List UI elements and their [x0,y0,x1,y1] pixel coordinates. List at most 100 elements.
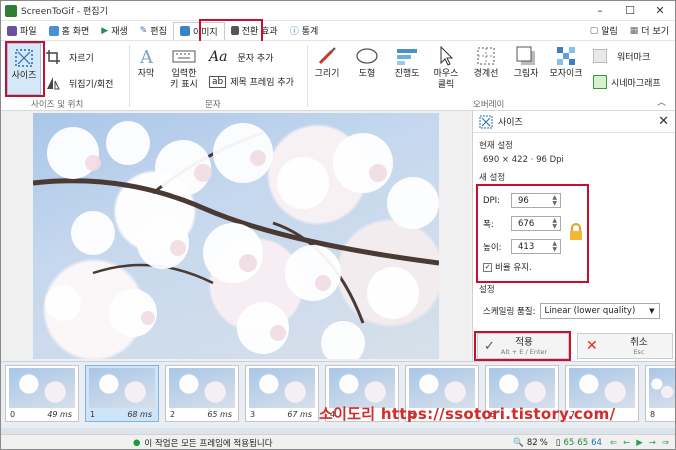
next-frame-icon[interactable]: → [649,438,656,448]
cancel-icon: ✕ [586,338,598,354]
frame-thumb-image [89,368,155,408]
frame-preview-image [33,113,439,359]
ribbon: 사이즈 자르기 뒤집기/회전 사이즈 및 위치 A 자막 입력한 키 표시 Aa… [1,41,675,111]
current-size-info: 690 × 422 · 96 Dpi [483,155,564,165]
editor-canvas [1,111,471,361]
panel-header: 사이즈 ✕ [473,111,675,133]
frame-count-current: 64 [591,437,602,448]
first-frame-icon[interactable]: ⇐ [610,438,617,448]
tab-transitions[interactable]: 전환 효과 [225,22,284,40]
keep-ratio-row[interactable]: ✓ 비율 유지. [483,261,532,273]
tab-playback[interactable]: ▶ 재생 [95,22,133,40]
frame-thumbnail[interactable]: 3 67 ms [245,365,319,422]
status-bar: ● 이 작업은 모든 프레임에 적용됩니다 🔍 82 % ▯ 65 65 64 … [1,434,675,449]
last-frame-icon[interactable]: ⇒ [662,438,669,448]
resize-panel: 사이즈 ✕ 현재 설정 690 × 422 · 96 Dpi 새 설정 DPI:… [472,111,675,361]
tab-statistics[interactable]: ⓘ 통계 [284,22,325,40]
mosaic-icon [557,47,575,65]
ribbon-separator [307,45,308,107]
chevron-down-icon: ▼ [649,307,655,315]
scaling-quality-select[interactable]: Linear (lower quality) ▼ [539,303,660,319]
tab-edit[interactable]: ✎ 편집 [134,22,173,40]
frame-thumb-image [9,368,75,408]
zoom-icon: 🔍 [513,437,524,448]
caption-icon: A [139,47,154,67]
tab-image[interactable]: 이미지 [172,21,225,40]
close-panel-icon[interactable]: ✕ [658,114,669,129]
group-label-overlay: 오버레이 [473,100,505,110]
dpi-label: DPI: [483,195,501,206]
width-input[interactable]: 676 ▲ ▼ [511,216,561,231]
frame-thumb-image [409,368,475,408]
spin-arrows-icon[interactable]: ▲ ▼ [552,217,557,230]
cherry-blossom-illustration [33,121,439,359]
obfuscate-button[interactable]: 모자이크 [547,45,585,80]
scaling-row: 스케일링 품질: Linear (lower quality) ▼ [483,303,660,319]
cinemagraph-button[interactable]: 시네마그래프 [593,75,661,89]
more-button[interactable]: ▦ 더 보기 [624,22,675,40]
frame-count-selected: 65 [577,437,589,448]
app-icon [5,4,17,17]
info-icon: ● [133,437,141,448]
progress-button[interactable]: 진행도 [391,45,423,80]
resize-button[interactable]: 사이즈 [7,43,41,95]
status-message: 이 작업은 모든 프레임에 적용됩니다 [144,438,273,449]
keyboard-icon [172,50,196,63]
shapes-button[interactable]: 도형 [351,45,383,80]
play-icon[interactable]: ▶ [636,438,643,448]
flip-rotate-button[interactable]: 뒤집기/회전 [45,75,113,91]
free-text-icon: Aa [209,49,228,65]
panel-title: 사이즈 [498,118,523,128]
zoom-value[interactable]: 82 [527,438,538,448]
new-settings-label: 새 설정 [479,173,506,183]
frame-thumb-image [169,368,235,408]
previous-frame-icon[interactable]: ← [623,438,630,448]
free-text-button[interactable]: Aa 문자 추가 [209,49,273,65]
title-frame-icon: ab [209,75,227,88]
frame-thumbnail[interactable]: 8 [645,365,675,422]
height-input[interactable]: 413 ▲ ▼ [511,239,561,254]
minimize-button[interactable]: – [585,4,615,17]
frame-thumb-image [649,368,675,408]
close-button[interactable]: ✕ [645,4,675,17]
frame-thumbnail[interactable]: 2 65 ms [165,365,239,422]
free-drawing-button[interactable]: 그리기 [311,45,343,80]
caption-button[interactable]: A 자막 [133,45,159,80]
border-button[interactable]: 경계선 [469,45,503,80]
transition-icon [230,26,239,35]
shadow-icon [516,46,535,65]
shadow-button[interactable]: 그림자 [509,45,543,80]
tab-home[interactable]: 홈 화면 [43,22,96,40]
border-icon [477,47,495,65]
frame-count-total: 65 [563,437,575,448]
key-strokes-button[interactable]: 입력한 키 표시 [165,45,203,91]
info-icon: ⓘ [289,27,299,37]
tab-file[interactable]: 파일 [1,22,43,40]
title-frame-button[interactable]: ab 제목 프레임 추가 [209,75,294,88]
notification-icon: ▢ [589,25,599,36]
frame-thumb-image [569,368,635,408]
mouse-clicks-button[interactable]: 마우스 클릭 [429,45,463,91]
pencil-icon: ✎ [139,25,148,36]
dpi-row: DPI: 96 ▲ ▼ [483,193,561,208]
keep-ratio-checkbox[interactable]: ✓ [483,262,492,272]
spin-arrows-icon[interactable]: ▲ ▼ [552,194,557,207]
save-icon [7,25,17,36]
maximize-button[interactable]: ☐ [615,4,645,17]
notifications-button[interactable]: ▢ 알림 [584,22,624,40]
collapse-ribbon-icon[interactable]: ︿ [657,95,666,108]
cancel-button[interactable]: ✕ 취소 Esc [577,333,673,359]
keep-ratio-label: 비율 유지. [495,263,532,273]
watermark-button[interactable]: 워터마크 [593,49,650,63]
blog-watermark: 소이도리 https://ssotori.tistory.com/ [319,405,616,423]
watermark-icon [593,49,607,63]
crop-button[interactable]: 자르기 [45,49,94,65]
frame-thumbnail[interactable]: 0 49 ms [5,365,79,422]
dpi-input[interactable]: 96 ▲ ▼ [511,193,561,208]
frame-thumbnail[interactable]: 1 68 ms [85,365,159,422]
spin-arrows-icon[interactable]: ▲ ▼ [552,240,557,253]
group-label-text: 문자 [205,100,221,110]
apply-button[interactable]: ✓ 적용 Alt + E / Enter [477,333,569,359]
progress-icon [397,49,417,65]
lock-icon[interactable] [569,223,583,241]
